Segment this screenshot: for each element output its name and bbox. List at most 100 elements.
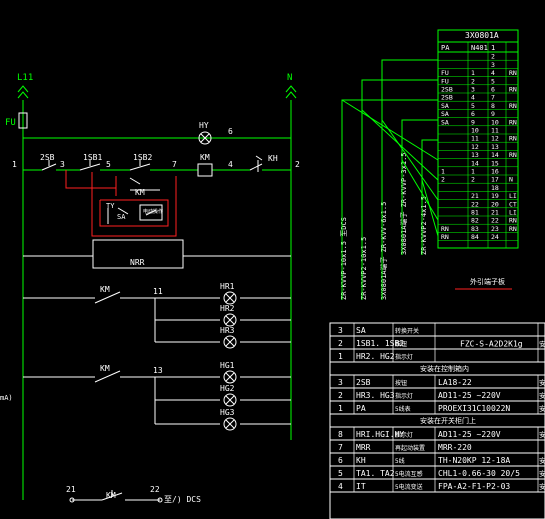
terminal-cell: 2 [471,176,475,184]
parts-name: 指示灯 [395,353,413,361]
lamp-label: HG1 [220,361,235,370]
relay-box-label: 电动操作 [143,208,163,215]
parts-model: AD11-25 ~220V [438,391,501,400]
node-11: 11 [153,287,163,296]
node-7: 7 [172,160,177,169]
parts-name: 5线 [395,457,405,465]
terminal-cell: RN [509,86,517,94]
terminal-cell: RN [509,217,517,225]
terminal-cell: SA [441,102,449,110]
lamp-label: HG3 [220,408,235,417]
terminal-cell: 15 [491,159,499,167]
km-contact-2-label: KM [100,364,110,373]
parts-symbol: TA1. TA2 [356,469,395,478]
terminal-cell: 10 [471,127,479,135]
lamp-rungs [23,291,291,425]
terminal-cell: 5 [491,77,495,85]
terminal-cell: 3 [491,61,495,69]
terminal-cell: 11 [471,135,479,143]
terminal-cell: RN [509,225,517,233]
terminal-cell: 2 [491,53,495,61]
rail-right-label: N [287,73,292,83]
cable-label: ZR-KVVP-10x1.5 至DCS [340,217,348,300]
dcs-contact [69,490,163,503]
terminal-cell: RN [441,225,449,233]
parts-list: 3 SA 转换开关2 1SB1. 1SB2按钮1 HR2. HG2 指示灯FZC-S-A2… [329,322,545,519]
terminal-cell: 4 [471,94,475,102]
terminal-cell: LI [509,209,517,217]
kh-label: KH [268,154,278,163]
node-13: 13 [153,366,163,375]
rung1-left-node: 1 [12,160,17,169]
terminal-cell: 81 [471,209,479,217]
terminal-cell: LI [509,192,517,200]
dcs-label: 至/) DCS [164,495,201,504]
terminal-header-cell: N401 [471,44,488,52]
parts-note: 安 [539,430,545,439]
parts-symbol: HR2. HG2 [356,352,395,361]
terminal-cell: 10 [491,118,499,126]
lamp-label: HR1 [220,282,235,291]
terminal-cell: 21 [491,209,499,217]
terminal-caption: 外引端子板 [470,277,505,286]
parts-note: 安 [539,456,545,465]
parts-model: FZC-S-A2D2K1g [460,340,523,349]
parts-index: 2 [338,391,343,400]
parts-note: 安 [539,404,545,413]
rail-arrows [17,85,297,99]
relay-ty-label: TY [106,202,115,210]
parts-index: 8 [338,430,343,439]
rail-left-label: L11 [17,73,33,83]
lamp-label: HR3 [220,326,235,335]
hy-label: HY [199,121,209,130]
parts-name: 5电流变送 [395,483,423,491]
parts-model: CHL1-0.66-30 20/5 [438,469,520,478]
terminal-cell: 13 [491,143,499,151]
cable-label: ZR-KVVP2-10x1.5 [360,237,368,300]
sb1-label: 1SB1 [83,153,102,162]
terminal-cell: 12 [471,143,479,151]
terminal-cell: 23 [491,225,499,233]
lamp-hr1: HR1 [220,282,237,305]
terminal-cell: 18 [491,184,499,192]
terminal-cell: 20 [491,200,499,208]
parts-index: 1 [338,352,343,361]
terminal-cell: 24 [491,233,499,241]
cable-label: ZR-KVVP2-4x1.5 [420,196,428,255]
parts-symbol: MRR [356,443,371,452]
terminal-cell: 4 [491,69,495,77]
cable-wiring [341,59,439,300]
lamp-hg2: HG2 [220,384,237,407]
terminal-cell: 5 [471,102,475,110]
terminal-cell: RN [509,135,517,143]
parts-symbol: SA [356,326,366,335]
lamp-hr2: HR2 [220,304,237,327]
terminal-block: PA N401 123FU 1 4 RNFU 2 52SB 3 6 RN2SB 4 7SA 5 8 RNSA 6… [437,29,519,249]
sb2-label: 2SB [40,153,55,162]
terminal-cell: 3 [471,86,475,94]
terminal-cell: 6 [491,86,495,94]
parts-symbol: HR3. HG3 [356,391,395,400]
parts-name: 按钮 [395,340,407,348]
nrr-label: NRR [130,258,145,267]
parts-name: 指示灯 [395,431,413,439]
lamp-hr3: HR3 [220,326,237,349]
lamp-label: HR2 [220,304,235,313]
terminal-cell: 1 [471,69,475,77]
cable-labels: ZR-KVVP-10x1.5 至DCS ZR-KVVP2-10x1.5 3X0801… [340,152,428,300]
terminal-cell: 17 [491,176,499,184]
terminal-header-cell: 1 [491,44,495,52]
terminal-cell: 22 [471,200,479,208]
fuse-label: FU [5,118,16,128]
terminal-cell: RN [509,69,517,77]
parts-model: TH-N20KP 12-18A [438,456,510,465]
terminal-cell: 7 [491,94,495,102]
terminal-cell: 21 [471,192,479,200]
nrr-box [23,239,291,269]
terminal-cell: 11 [491,127,499,135]
parts-index: 1 [338,404,343,413]
terminal-cell: FU [441,69,449,77]
parts-index: 6 [338,456,343,465]
terminal-cell: 14 [491,151,499,159]
terminal-cell: 9 [491,110,495,118]
